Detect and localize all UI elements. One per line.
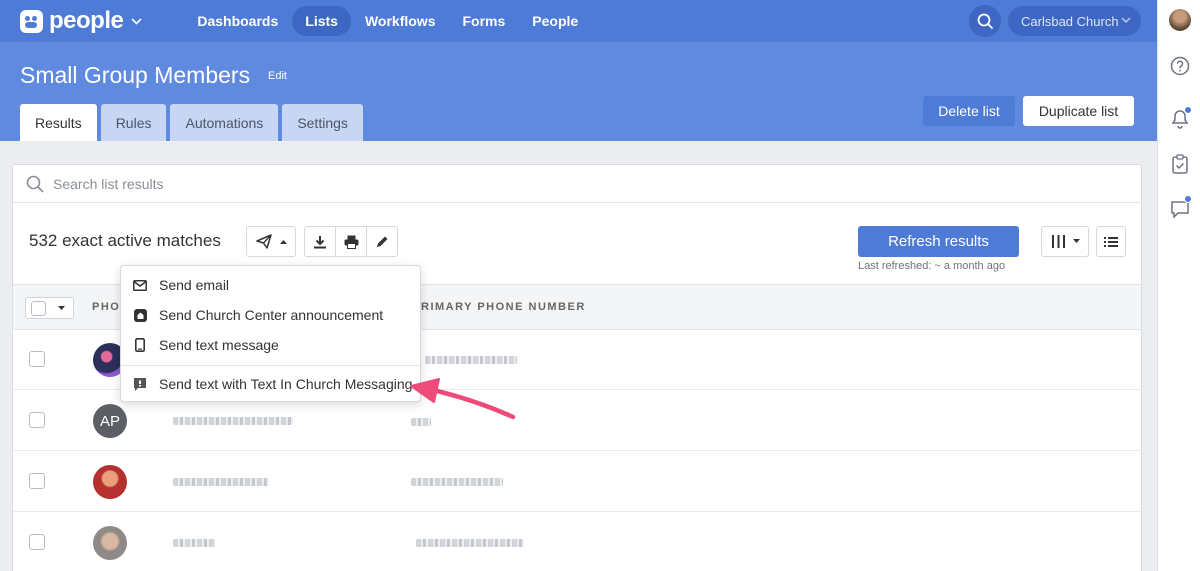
caret-down-icon: [58, 306, 65, 310]
row-checkbox[interactable]: [29, 351, 45, 367]
name-redacted: [173, 478, 269, 486]
name-redacted: [173, 417, 293, 425]
download-button[interactable]: [305, 227, 336, 256]
tab-rules[interactable]: Rules: [100, 104, 167, 141]
caret-down-icon: [1072, 239, 1080, 243]
select-all-checkbox[interactable]: [31, 301, 46, 316]
top-nav: people Dashboards Lists Workflows Forms …: [0, 0, 1157, 42]
list-tabs: Results Rules Automations Settings: [20, 104, 367, 141]
print-button[interactable]: [336, 227, 367, 256]
phone-number-redacted: [425, 356, 517, 364]
page-header: Small Group Members Edit Results Rules A…: [0, 42, 1157, 141]
send-email-item[interactable]: Send email: [121, 270, 420, 300]
edit-title-link[interactable]: Edit: [268, 70, 287, 82]
chevron-down-icon: [1121, 17, 1131, 23]
global-search-button[interactable]: [969, 5, 1001, 37]
message-square-icon: [133, 377, 147, 391]
caret-up-icon: [279, 240, 287, 244]
refresh-results-button[interactable]: Refresh results: [858, 226, 1019, 257]
main-nav: Dashboards Lists Workflows Forms People: [184, 6, 592, 36]
edit-button[interactable]: [367, 227, 397, 256]
phone-number-redacted: [411, 478, 503, 486]
clipboard-check-icon[interactable]: [1169, 153, 1191, 175]
org-name: Carlsbad Church: [1021, 13, 1119, 29]
annotation-arrow-icon: [410, 378, 516, 420]
nav-forms[interactable]: Forms: [449, 6, 518, 36]
notification-dot: [1184, 195, 1192, 203]
search-bar: [13, 165, 1141, 203]
app-switcher[interactable]: people: [20, 7, 142, 35]
page-title: Small Group Members: [20, 62, 251, 88]
search-icon: [977, 13, 993, 29]
chevron-down-icon: [131, 17, 142, 25]
table-row[interactable]: [13, 513, 1141, 571]
menu-item-label: Send Church Center announcement: [159, 307, 384, 323]
menu-item-label: Send text with Text In Church Messaging: [159, 376, 413, 392]
select-all-dropdown[interactable]: [25, 297, 74, 319]
avatar[interactable]: AP: [93, 404, 127, 438]
column-photo[interactable]: PHO: [92, 301, 120, 313]
send-announcement-item[interactable]: Send Church Center announcement: [121, 300, 420, 330]
help-icon[interactable]: [1169, 55, 1191, 77]
avatar[interactable]: [93, 526, 127, 560]
menu-item-label: Send email: [159, 277, 230, 293]
duplicate-list-button[interactable]: Duplicate list: [1023, 96, 1134, 126]
send-text-item[interactable]: Send text message: [121, 330, 420, 360]
chat-icon[interactable]: [1169, 195, 1192, 220]
paper-plane-icon: [255, 234, 272, 249]
church-center-icon: [133, 308, 147, 322]
name-redacted: [173, 539, 215, 547]
phone-icon: [133, 338, 147, 352]
table-row[interactable]: [13, 452, 1141, 512]
list-icon: [1104, 236, 1118, 247]
columns-button[interactable]: [1041, 226, 1089, 257]
pencil-icon: [377, 236, 388, 247]
delete-list-button[interactable]: Delete list: [923, 96, 1015, 126]
nav-lists[interactable]: Lists: [292, 6, 351, 36]
right-sidebar: [1157, 0, 1200, 571]
row-checkbox[interactable]: [29, 473, 45, 489]
avatar[interactable]: [93, 465, 127, 499]
tab-results[interactable]: Results: [20, 104, 97, 141]
nav-people[interactable]: People: [519, 6, 591, 36]
match-count: 532 exact active matches: [29, 231, 221, 250]
menu-item-label: Send text message: [159, 337, 279, 353]
nav-dashboards[interactable]: Dashboards: [184, 6, 291, 36]
search-input[interactable]: [53, 173, 753, 195]
send-menu-button[interactable]: [246, 226, 296, 257]
send-menu-dropdown: Send email Send Church Center announceme…: [120, 265, 421, 402]
row-checkbox[interactable]: [29, 412, 45, 428]
list-view-button[interactable]: [1096, 226, 1126, 257]
people-logo-icon: [20, 9, 43, 33]
row-checkbox[interactable]: [29, 534, 45, 550]
tab-settings[interactable]: Settings: [282, 104, 363, 141]
columns-icon: [1051, 235, 1065, 248]
user-avatar[interactable]: [1169, 9, 1191, 31]
nav-workflows[interactable]: Workflows: [352, 6, 449, 36]
envelope-icon: [133, 278, 147, 292]
bell-icon[interactable]: [1169, 106, 1192, 130]
menu-divider: [121, 365, 420, 366]
tab-automations[interactable]: Automations: [170, 104, 279, 141]
search-icon: [26, 175, 44, 193]
download-icon: [314, 235, 326, 248]
export-toolbar: [304, 226, 398, 257]
send-text-in-church-item[interactable]: Send text with Text In Church Messaging: [121, 369, 420, 399]
last-refreshed-text: Last refreshed: ~ a month ago: [858, 260, 1006, 272]
notification-dot: [1184, 106, 1192, 114]
printer-icon: [344, 235, 358, 249]
column-primary-phone[interactable]: RIMARY PHONE NUMBER: [421, 301, 586, 313]
app-name: people: [49, 7, 124, 34]
phone-number-redacted: [416, 539, 524, 547]
org-switcher[interactable]: Carlsbad Church: [1008, 6, 1141, 36]
